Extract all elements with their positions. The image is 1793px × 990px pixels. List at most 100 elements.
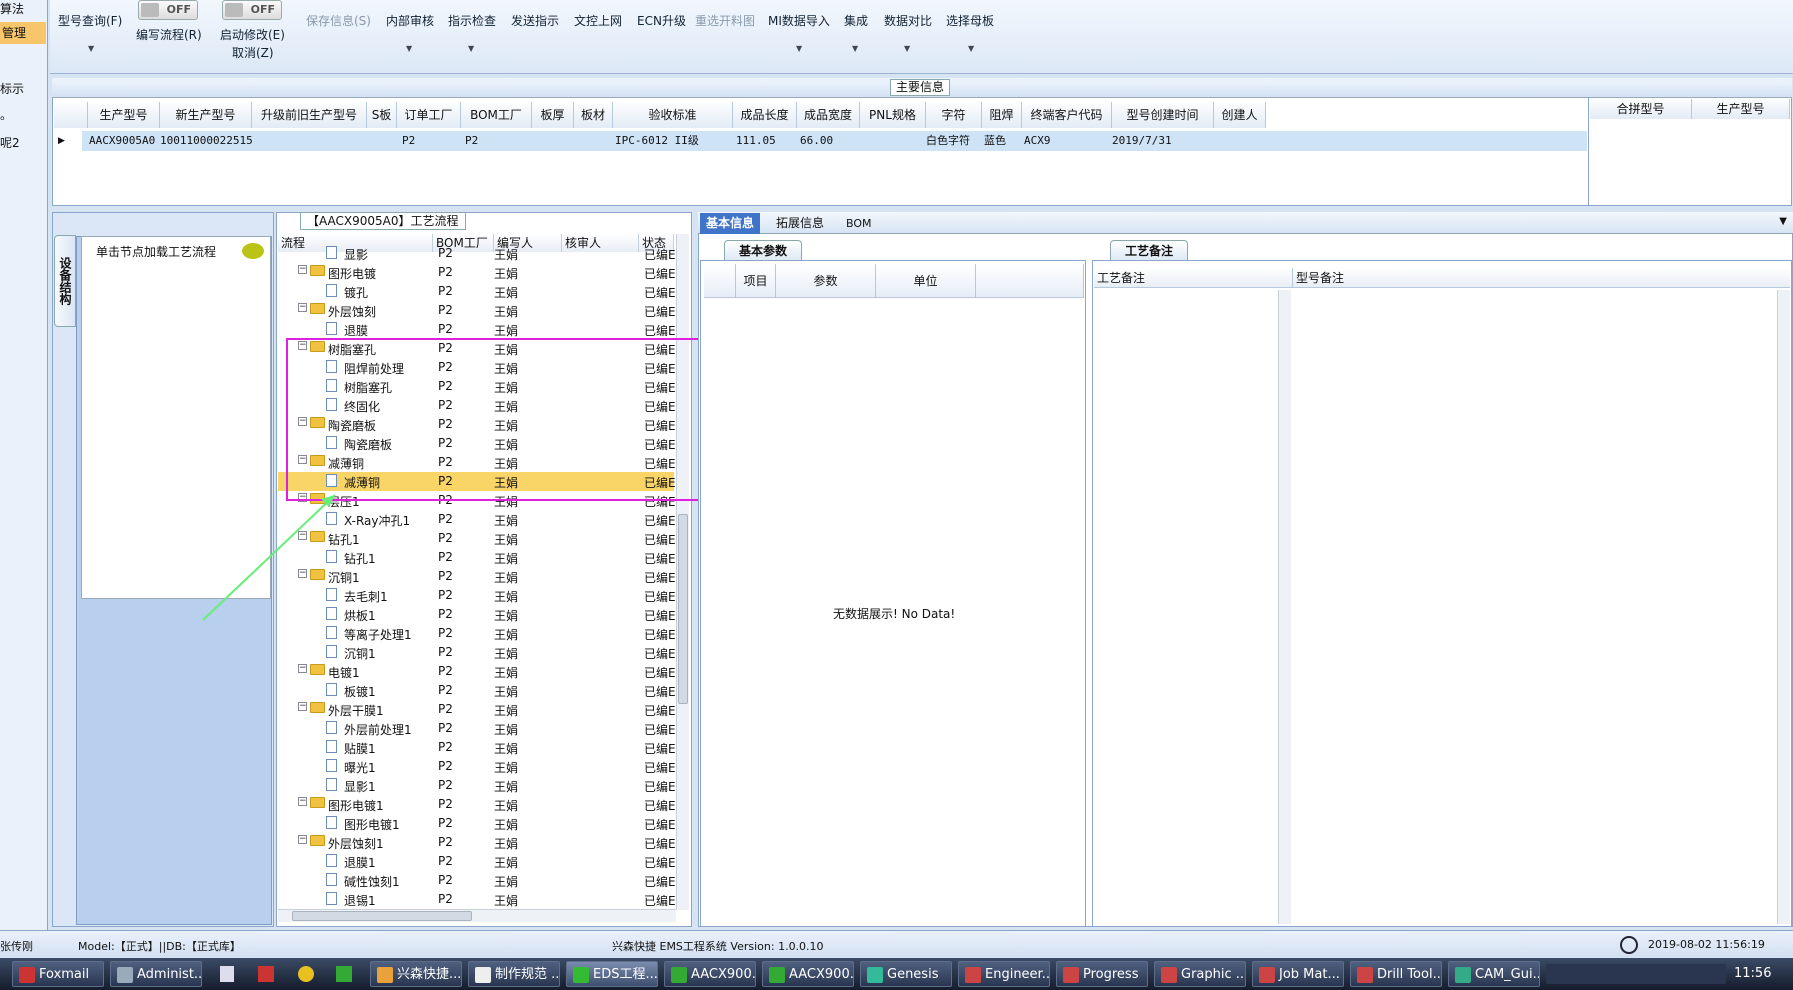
nav-item-algorithm[interactable]: 算法 bbox=[0, 0, 24, 17]
tree-row[interactable]: − 图形电镀1 P2 王娟 已编E bbox=[278, 795, 676, 814]
tree-row[interactable]: 沉铜1 P2 王娟 已编E bbox=[278, 643, 676, 662]
task-eds[interactable]: EDS工程... bbox=[566, 961, 658, 987]
cell-bom-factory[interactable]: P2 bbox=[465, 131, 478, 151]
task-aacx-1[interactable]: AACX900... bbox=[664, 961, 756, 987]
task-administrator[interactable]: Administ... bbox=[110, 961, 202, 987]
tree-row[interactable]: 图形电镀1 P2 王娟 已编E bbox=[278, 814, 676, 833]
integrate-button[interactable]: 集成 bbox=[844, 12, 868, 29]
tree-row[interactable]: 陶瓷磨板 P2 王娟 已编E bbox=[278, 434, 676, 453]
col-width[interactable]: 成品宽度 bbox=[797, 102, 860, 128]
tree-row[interactable]: − 外层蚀刻 P2 王娟 已编E bbox=[278, 301, 676, 320]
table-row[interactable] bbox=[82, 131, 1587, 151]
expand-collapse-icon[interactable]: − bbox=[298, 797, 307, 806]
tree-row[interactable]: 镀孔 P2 王娟 已编E bbox=[278, 282, 676, 301]
tree-row[interactable]: − 外层干膜1 P2 王娟 已编E bbox=[278, 700, 676, 719]
tree-row[interactable]: 退膜1 P2 王娟 已编E bbox=[278, 852, 676, 871]
tree-row[interactable]: 显影1 P2 王娟 已编E bbox=[278, 776, 676, 795]
doc-upload-button[interactable]: 文控上网 bbox=[574, 12, 622, 29]
col-mask[interactable]: 阻焊 bbox=[982, 102, 1022, 128]
app-icon[interactable] bbox=[220, 966, 234, 982]
tree-row[interactable]: 外层前处理1 P2 王娟 已编E bbox=[278, 719, 676, 738]
expand-collapse-icon[interactable]: − bbox=[298, 417, 307, 426]
tree-row[interactable]: 退膜 P2 王娟 已编E bbox=[278, 320, 676, 339]
task-engineer[interactable]: Engineer... bbox=[958, 961, 1050, 987]
select-motherboard-button[interactable]: 选择母板 bbox=[946, 12, 994, 29]
col-thickness[interactable]: 板厚 bbox=[532, 102, 574, 128]
params-grid-corner[interactable] bbox=[704, 264, 736, 298]
save-info-button[interactable]: 保存信息(S) bbox=[306, 12, 371, 29]
expand-collapse-icon[interactable]: − bbox=[298, 341, 307, 350]
tree-row[interactable]: 曝光1 P2 王娟 已编E bbox=[278, 757, 676, 776]
nav-item-mark[interactable]: 标示 bbox=[0, 80, 24, 97]
expand-collapse-icon[interactable]: − bbox=[298, 265, 307, 274]
col-created-time[interactable]: 型号创建时间 bbox=[1112, 102, 1214, 128]
cell-order-factory[interactable]: P2 bbox=[402, 131, 415, 151]
chevron-down-icon[interactable]: ▼ bbox=[406, 44, 412, 53]
expand-collapse-icon[interactable]: − bbox=[298, 303, 307, 312]
task-genesis[interactable]: Genesis bbox=[860, 961, 952, 987]
cell-created[interactable]: 2019/7/31 bbox=[1112, 131, 1172, 151]
cell-length[interactable]: 111.05 bbox=[736, 131, 776, 151]
col-customer[interactable]: 终端客户代码 bbox=[1022, 102, 1112, 128]
tree-row[interactable]: 树脂塞孔 P2 王娟 已编E bbox=[278, 377, 676, 396]
cell-standard[interactable]: IPC-6012 II级 bbox=[615, 131, 699, 151]
tree-row[interactable]: 阻焊前处理 P2 王娟 已编E bbox=[278, 358, 676, 377]
col-item[interactable]: 项目 bbox=[736, 264, 776, 298]
col-char[interactable]: 字符 bbox=[926, 102, 982, 128]
cancel-button[interactable]: 取消(Z) bbox=[232, 44, 274, 61]
model-query-button[interactable]: 型号查询(F) bbox=[58, 12, 122, 29]
task-progress[interactable]: Progress bbox=[1056, 961, 1148, 987]
process-note-scrollbar[interactable] bbox=[1278, 290, 1291, 924]
tree-row[interactable]: 板镀1 P2 王娟 已编E bbox=[278, 681, 676, 700]
col-order-factory[interactable]: 订单工厂 bbox=[397, 102, 461, 128]
app-icon[interactable] bbox=[336, 966, 352, 982]
chevron-down-icon[interactable]: ▼ bbox=[968, 44, 974, 53]
col-s-board[interactable]: S板 bbox=[367, 102, 397, 128]
col-param[interactable]: 参数 bbox=[776, 264, 876, 298]
col-merge-model[interactable]: 合拼型号 bbox=[1590, 99, 1692, 119]
tree-row[interactable]: − 陶瓷磨板 P2 王娟 已编E bbox=[278, 415, 676, 434]
structure-tab[interactable]: 设备结构 bbox=[54, 235, 76, 327]
task-drill-tool[interactable]: Drill Tool... bbox=[1350, 961, 1442, 987]
taskbar-clock[interactable]: 11:56 bbox=[1734, 966, 1771, 981]
col-bom-factory[interactable]: BOM工厂 bbox=[461, 102, 532, 128]
edit-flow-button[interactable]: 编写流程(R) bbox=[136, 26, 202, 43]
edit-flow-toggle[interactable]: OFF bbox=[138, 0, 198, 20]
col-pnl[interactable]: PNL规格 bbox=[860, 102, 926, 128]
chevron-down-icon[interactable]: ▼ bbox=[468, 44, 474, 53]
task-spec[interactable]: 制作规范 ... bbox=[468, 961, 560, 987]
chevron-down-icon[interactable]: ▼ bbox=[904, 44, 910, 53]
tree-row[interactable]: 显影 P2 王娟 已编E bbox=[278, 244, 676, 263]
tab-process-notes[interactable]: 工艺备注 bbox=[1110, 240, 1189, 260]
col-unit[interactable]: 单位 bbox=[876, 264, 976, 298]
cell-customer[interactable]: ACX9 bbox=[1024, 131, 1051, 151]
internal-review-button[interactable]: 内部审核 bbox=[386, 12, 434, 29]
cell-width[interactable]: 66.00 bbox=[800, 131, 833, 151]
col-prod-no[interactable]: 生产型号 bbox=[88, 102, 160, 128]
expand-collapse-icon[interactable]: − bbox=[298, 455, 307, 464]
task-aacx-2[interactable]: AACX900... bbox=[762, 961, 854, 987]
col-creator[interactable]: 创建人 bbox=[1214, 102, 1266, 128]
system-tray[interactable] bbox=[1546, 964, 1726, 984]
send-instruction-button[interactable]: 发送指示 bbox=[511, 12, 559, 29]
start-modify-button[interactable]: 启动修改(E) bbox=[220, 26, 285, 43]
chevron-down-icon[interactable]: ▼ bbox=[88, 44, 94, 53]
task-foxmail[interactable]: Foxmail bbox=[12, 961, 104, 987]
nav-item-2[interactable]: 呢2 bbox=[0, 134, 20, 151]
col-old-prod-no[interactable]: 升级前旧生产型号 bbox=[252, 102, 367, 128]
tab-extended-info[interactable]: 拓展信息 bbox=[770, 213, 830, 234]
tree-vertical-scrollbar[interactable] bbox=[676, 234, 689, 910]
expand-collapse-icon[interactable]: − bbox=[298, 835, 307, 844]
tab-bom[interactable]: BOM bbox=[840, 213, 878, 234]
tree-row[interactable]: − 外层蚀刻1 P2 王娟 已编E bbox=[278, 833, 676, 852]
task-job-mat[interactable]: Job Mat... bbox=[1252, 961, 1344, 987]
col-length[interactable]: 成品长度 bbox=[733, 102, 797, 128]
tree-row[interactable]: 退锡1 P2 王娟 已编E bbox=[278, 890, 676, 909]
tree-row[interactable]: 终固化 P2 王娟 已编E bbox=[278, 396, 676, 415]
tree-row[interactable]: − 电镀1 P2 王娟 已编E bbox=[278, 662, 676, 681]
tree-horizontal-scrollbar[interactable] bbox=[278, 909, 676, 922]
col-standard[interactable]: 验收标准 bbox=[613, 102, 733, 128]
task-xingsen[interactable]: 兴森快捷... bbox=[370, 961, 462, 987]
cell-mask[interactable]: 蓝色 bbox=[984, 131, 1006, 151]
nav-item-dot[interactable]: 。 bbox=[0, 106, 12, 123]
